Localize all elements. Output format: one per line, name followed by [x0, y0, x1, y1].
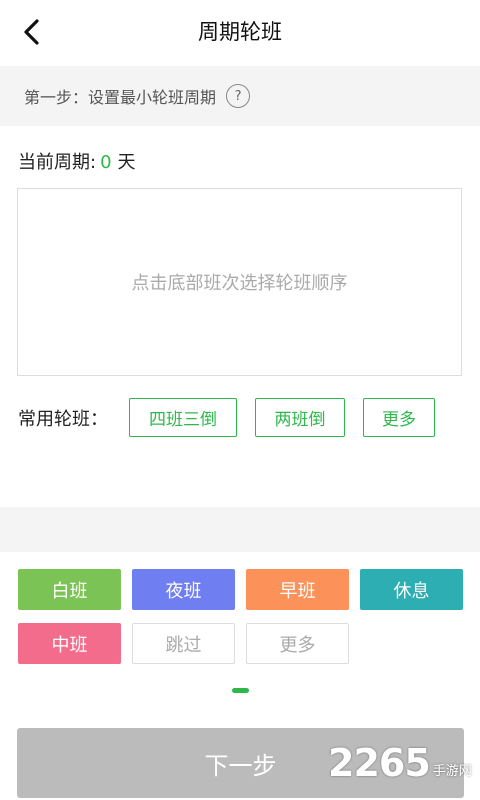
current-period-unit: 天	[117, 152, 136, 173]
app-header: 周期轮班	[0, 0, 480, 66]
common-shifts-label: 常用轮班：	[18, 409, 108, 430]
shift-night-button[interactable]: 夜班	[132, 569, 235, 610]
shift-skip-button[interactable]: 跳过	[132, 623, 235, 664]
current-period: 当前周期: 0 天	[18, 148, 136, 174]
step-text: 第一步：设置最小轮班周期	[24, 88, 217, 107]
section-divider	[0, 507, 480, 552]
shift-day-button[interactable]: 白班	[18, 569, 121, 610]
shift-more-button[interactable]: 更多	[246, 623, 349, 664]
shift-rest-button[interactable]: 休息	[360, 569, 463, 610]
shift-order-placeholder: 点击底部班次选择轮班顺序	[131, 273, 348, 294]
shift-early-button[interactable]: 早班	[246, 569, 349, 610]
common-shifts-row: 常用轮班： 四班三倒 两班倒 更多	[18, 398, 435, 438]
more-common-shifts-button[interactable]: 更多	[363, 398, 435, 437]
current-period-label: 当前周期:	[18, 152, 97, 173]
page-title: 周期轮班	[198, 20, 282, 44]
step-instruction-bar: 第一步：设置最小轮班周期 ?	[0, 66, 480, 126]
shift-order-area[interactable]: 点击底部班次选择轮班顺序	[17, 188, 462, 376]
two-shift-rotation-button[interactable]: 两班倒	[255, 398, 345, 437]
next-step-button[interactable]: 下一步	[17, 728, 464, 798]
shift-middle-button[interactable]: 中班	[18, 623, 121, 664]
four-shift-three-rotation-button[interactable]: 四班三倒	[129, 398, 237, 437]
page-indicator	[232, 688, 249, 693]
help-icon[interactable]: ?	[226, 84, 251, 108]
current-period-value: 0	[100, 152, 112, 173]
